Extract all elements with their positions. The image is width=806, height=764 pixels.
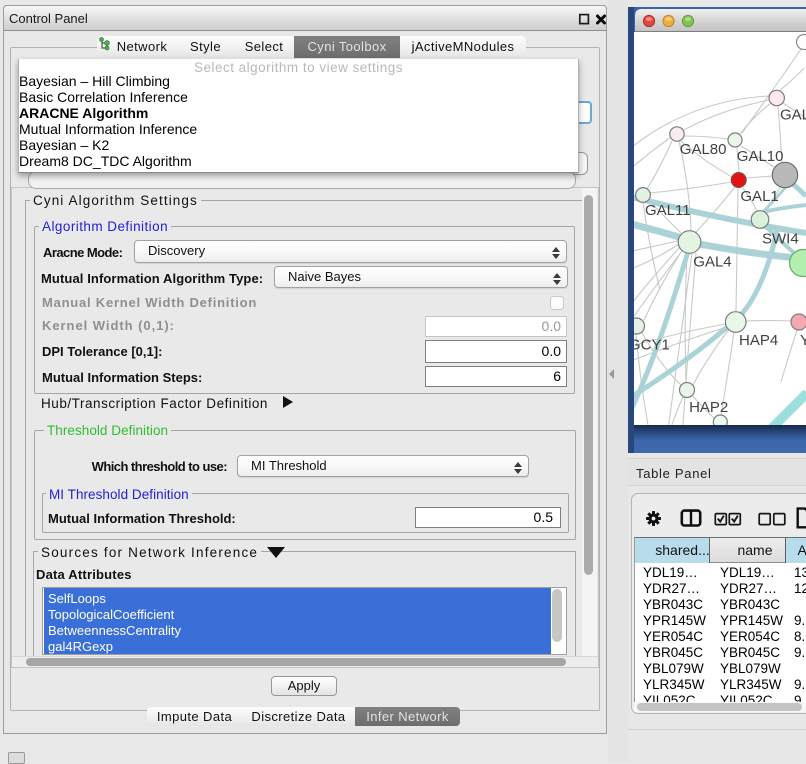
svg-text:GAL80: GAL80 [680, 141, 727, 158]
svg-text:GAL10: GAL10 [737, 148, 784, 165]
svg-text:GCY1: GCY1 [634, 337, 670, 354]
svg-text:HAP2: HAP2 [689, 399, 728, 416]
svg-text:GAL4: GAL4 [693, 254, 731, 271]
svg-text:HAP4: HAP4 [739, 332, 778, 349]
svg-text:GAL1: GAL1 [740, 188, 778, 205]
svg-text:YE: YE [800, 332, 806, 349]
svg-text:GAL2: GAL2 [780, 107, 806, 124]
svg-text:GAL11: GAL11 [645, 202, 691, 219]
svg-text:SWI4: SWI4 [762, 231, 799, 248]
